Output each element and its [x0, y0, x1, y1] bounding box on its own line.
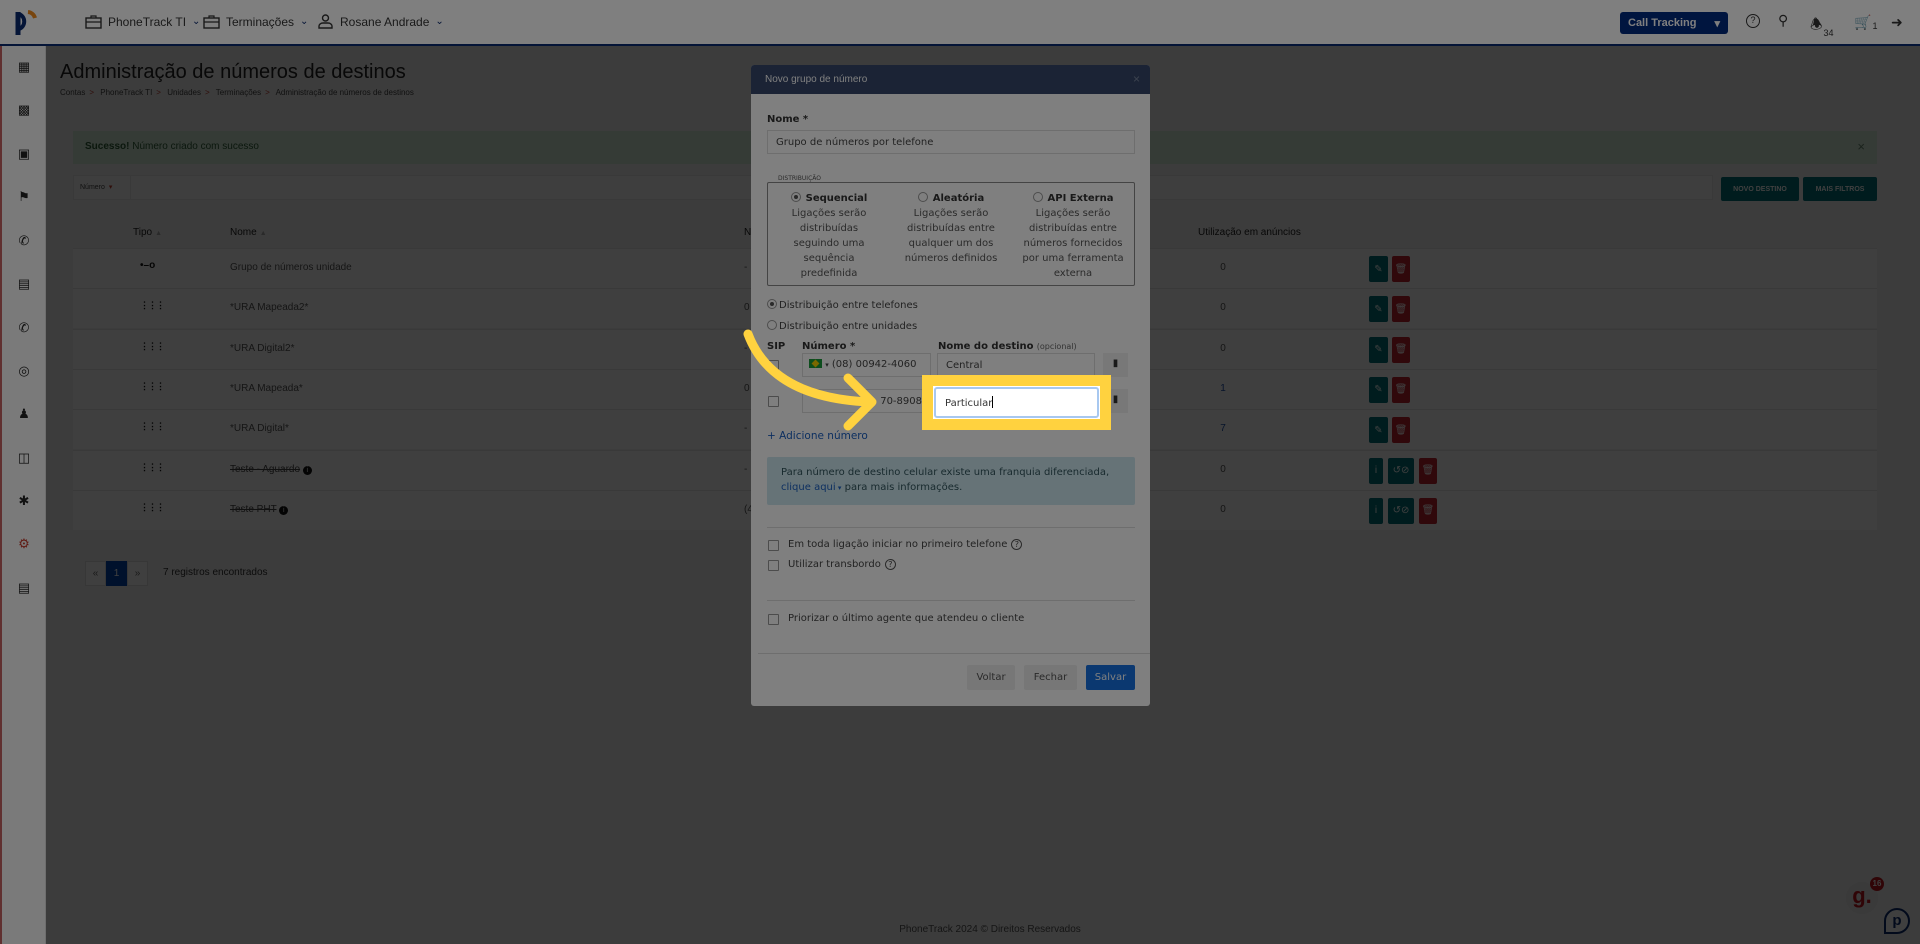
annotation-arrow-icon — [743, 329, 877, 431]
